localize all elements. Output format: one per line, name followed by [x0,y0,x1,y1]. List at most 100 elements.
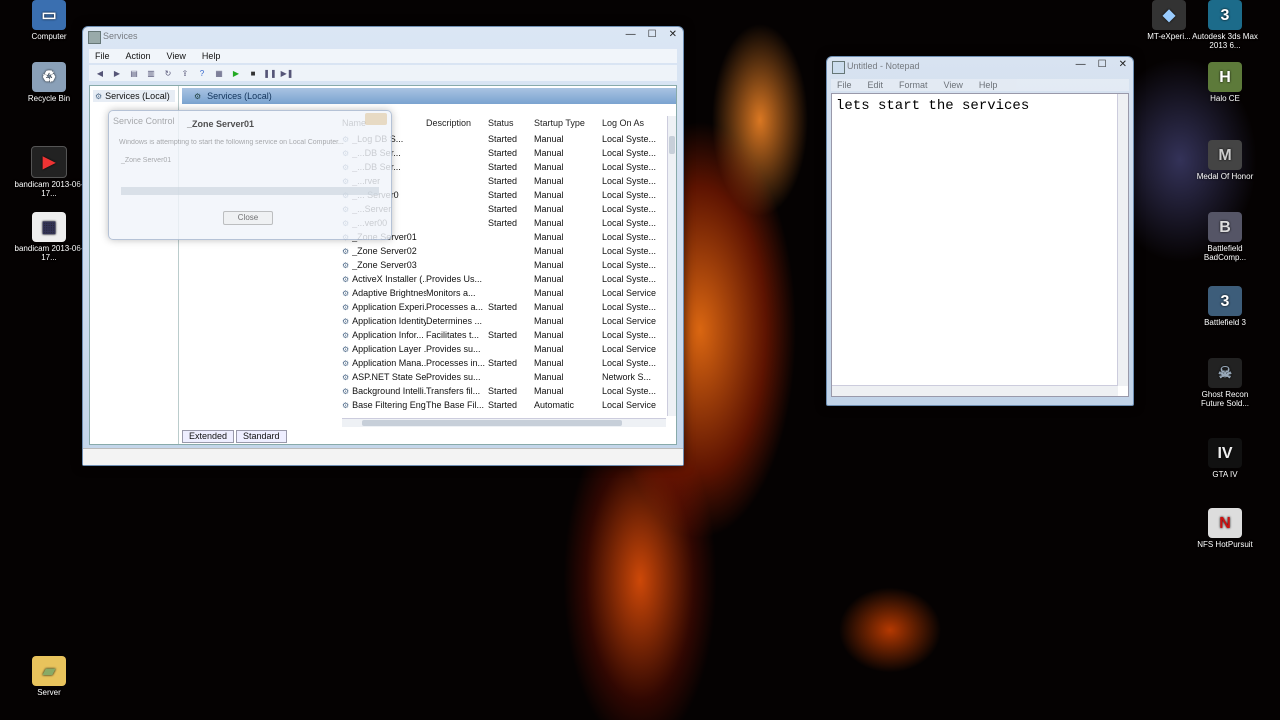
scrollbar-thumb[interactable] [669,136,675,154]
desktop-icon-server[interactable]: ▰ Server [14,656,84,697]
service-startup-type: Manual [534,274,564,284]
refresh-icon[interactable]: ↻ [163,68,173,78]
desktop-icon-label: bandicam 2013-06-17... [14,244,84,262]
menu-edit[interactable]: Edit [868,80,884,90]
start-service-icon[interactable]: ▶ [231,68,241,78]
restart-service-icon[interactable]: ▶❚ [281,68,294,78]
service-startup-type: Manual [534,190,564,200]
table-row[interactable]: ⚙ Background Intelli... Transfers fil... St… [342,384,666,398]
notepad-text-area[interactable]: lets start the services [831,93,1129,397]
menu-view[interactable]: View [944,80,963,90]
maximize-button[interactable]: ☐ [648,29,657,40]
maximize-button[interactable]: ☐ [1098,59,1107,70]
service-status: Started [488,204,518,214]
table-row[interactable]: ⚙ _Zone Server02 Manual Local Syste... [342,244,666,258]
vertical-scrollbar[interactable] [1117,94,1128,386]
table-row[interactable]: ⚙ Application Infor... Facilitates t... Sta… [342,328,666,342]
tab-standard[interactable]: Standard [236,430,287,443]
show-hide-tree-icon[interactable]: ▤ [129,68,139,78]
minimize-button[interactable]: — [1076,59,1086,70]
service-log-on-as: Local Syste... [602,162,656,172]
desktop-icon-label: Computer [31,32,67,41]
column-header-log-on-as[interactable]: Log On As [602,118,656,130]
export-icon[interactable]: ⇪ [180,68,190,78]
menu-file[interactable]: File [95,51,110,61]
horizontal-scrollbar[interactable] [832,385,1118,396]
menu-view[interactable]: View [167,51,186,61]
notepad-content[interactable]: lets start the services [836,98,1029,114]
back-icon[interactable]: ◀ [95,68,105,78]
service-startup-type: Manual [534,288,564,298]
column-header-startup-type[interactable]: Startup Type [534,118,602,130]
services-titlebar[interactable]: Services — ☐ ✕ [83,27,683,47]
close-button[interactable]: ✕ [1119,59,1127,70]
desktop-icon-battlefield-bc[interactable]: B Battlefield BadComp... [1190,212,1260,262]
desktop-icon-medal-of-honor[interactable]: M Medal Of Honor [1190,140,1260,181]
table-row[interactable]: ⚙Base Filtering Engi...The Base Fil...St… [342,398,666,412]
scrollbar-thumb[interactable] [362,420,622,426]
desktop-icon-battlefield-3[interactable]: 3 Battlefield 3 [1190,286,1260,327]
menu-action[interactable]: Action [126,51,151,61]
desktop-icon-label: Ghost Recon Future Sold... [1200,390,1250,408]
vertical-scrollbar[interactable] [667,116,676,416]
desktop-icon-gta-iv[interactable]: IV GTA IV [1190,438,1260,479]
table-row[interactable]: ⚙ASP.NET State Ser...Provides su... Manua… [342,370,666,384]
desktop-icon-bandicam-1[interactable]: ▶ bandicam 2013-06-17... [14,146,84,198]
close-button[interactable]: ✕ [669,29,677,40]
service-name: Application Identity [352,316,426,326]
service-status: Started [488,162,518,172]
notepad-titlebar[interactable]: Untitled - Notepad — ☐ ✕ [827,57,1133,77]
services-app-icon [88,31,101,44]
service-log-on-as: Local Service [602,400,656,410]
service-name-cell: ⚙ Application Experi... [342,302,426,312]
dialog-message: Windows is attempting to start the follo… [119,139,344,146]
desktop-icon-label: Halo CE [1210,94,1240,103]
desktop-icon-autodesk[interactable]: 3 Autodesk 3ds Max 2013 6... [1190,0,1260,50]
tree-item-services-local[interactable]: ⚙ Services (Local) [93,90,175,102]
menu-help[interactable]: Help [979,80,998,90]
desktop-icon-halo[interactable]: H Halo CE [1190,62,1260,103]
service-status: Started [488,190,518,200]
service-startup-type: Manual [534,260,564,270]
stop-service-icon[interactable]: ■ [248,68,258,78]
table-row[interactable]: ⚙ Application Mana... Processes in... Start… [342,356,666,370]
forward-icon[interactable]: ▶ [112,68,122,78]
battlefield-bc-icon: B [1208,212,1242,242]
service-startup-type: Manual [534,386,564,396]
table-row[interactable]: ⚙ Application Experi... Processes a... Star… [342,300,666,314]
desktop-icon-bandicam-2[interactable]: ▦ bandicam 2013-06-17... [14,212,84,262]
minimize-button[interactable]: — [626,29,636,40]
gear-icon: ⚙ [342,372,350,382]
pause-service-icon[interactable]: ❚❚ [263,68,276,78]
service-log-on-as: Local Syste... [602,302,656,312]
properties-icon[interactable]: ▥ [146,68,156,78]
service-status: Started [488,176,518,186]
table-row[interactable]: ⚙ Application Layer ... Provides su... Manu… [342,342,666,356]
dialog-close-x-button[interactable] [365,113,387,125]
extended-view-icon[interactable]: ▦ [214,68,224,78]
help-icon[interactable]: ? [197,68,207,78]
table-row[interactable]: ⚙ _Zone Server03 Manual Local Syste... [342,258,666,272]
table-row[interactable]: ⚙ Adaptive Brightness Monitors a... Manual L… [342,286,666,300]
menu-format[interactable]: Format [899,80,928,90]
service-status: Started [488,400,518,410]
menu-file[interactable]: File [837,80,852,90]
mt-experience-icon: ◆ [1152,0,1186,30]
column-header-status[interactable]: Status [488,118,534,130]
desktop-icon-computer[interactable]: ▭ Computer [14,0,84,41]
service-name: _Zone Server02 [352,246,417,256]
desktop-icon-nfs[interactable]: N NFS HotPursuit [1190,508,1260,549]
desktop-icon-recycle-bin[interactable]: ♻ Recycle Bin [14,62,84,103]
horizontal-scrollbar[interactable] [342,418,666,427]
menu-help[interactable]: Help [202,51,221,61]
close-button[interactable]: Close [223,211,273,225]
notepad-window: Untitled - Notepad — ☐ ✕ File Edit Forma… [826,56,1134,406]
service-log-on-as: Local Syste... [602,204,656,214]
tab-extended[interactable]: Extended [182,430,235,443]
desktop-icon-ghost-recon[interactable]: ☠ Ghost Recon Future Sold... [1190,358,1260,408]
table-row[interactable]: ⚙ Application Identity Determines ... Manua… [342,314,666,328]
status-bar [83,448,683,465]
menu-bar: File Action View Help [89,49,677,63]
table-row[interactable]: ⚙ ActiveX Installer (... Provides Us... Man… [342,272,666,286]
column-header-description[interactable]: Description [426,118,488,130]
